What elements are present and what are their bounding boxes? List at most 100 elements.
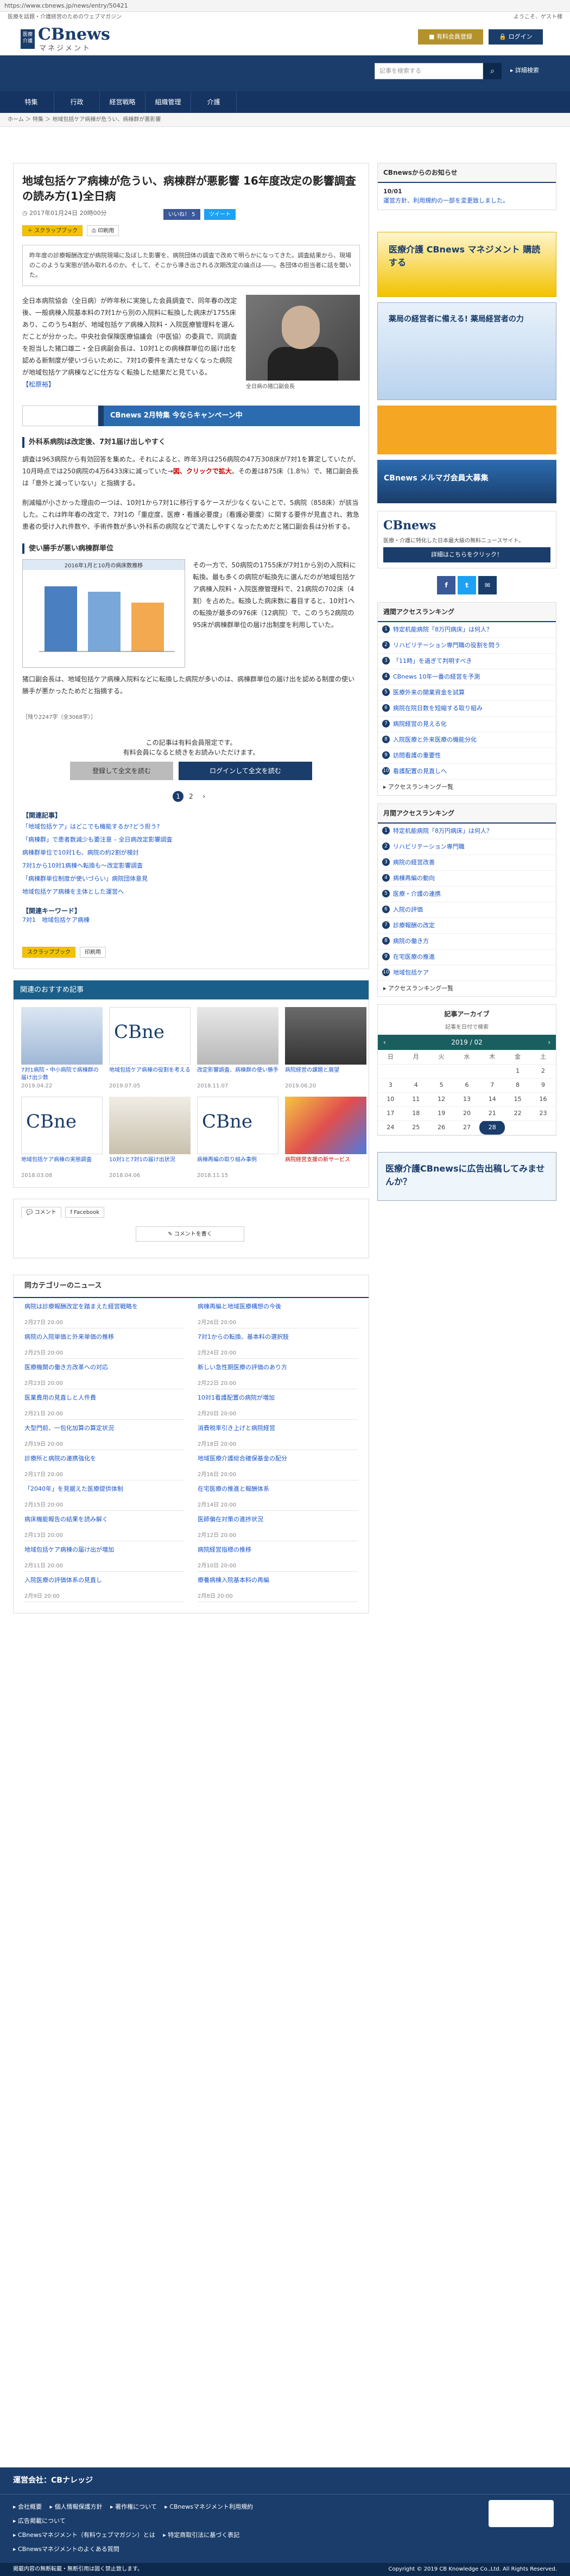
- news-item[interactable]: 地域医療介護総合確保基金の配分 2月16日 20:00: [198, 1450, 358, 1480]
- calendar-day[interactable]: 17: [378, 1106, 403, 1121]
- ranking-item[interactable]: 2 リハビリテーション専門職: [378, 839, 556, 855]
- calendar-day[interactable]: 9: [530, 1078, 556, 1093]
- scrapbook-button[interactable]: ＋ スクラップブック: [22, 225, 83, 236]
- campaign-banner[interactable]: CBnews 2月特集 今ならキャンペーン中: [22, 406, 360, 426]
- notice-item[interactable]: 10/01 運営方針、利用規約の一部を変更致しました。: [378, 183, 556, 210]
- calendar-day[interactable]: 18: [403, 1106, 429, 1121]
- news-item[interactable]: 医業費用の見直しと人件費 2月21日 20:00: [24, 1389, 185, 1420]
- ranking-item[interactable]: 7 病院経営の見える化: [378, 717, 556, 732]
- calendar-day[interactable]: 13: [454, 1092, 480, 1107]
- facebook-icon[interactable]: f: [437, 576, 456, 594]
- ranking-item[interactable]: 4 CBnews 10年一番の経営を予測: [378, 669, 556, 685]
- ranking-item[interactable]: 8 病院の働き方: [378, 934, 556, 950]
- login-read-button[interactable]: ログインして全文を読む: [179, 762, 312, 780]
- nav-item[interactable]: 介護: [191, 91, 237, 113]
- news-item[interactable]: 病床機能報告の結果を読み解く 2月13日 20:00: [24, 1511, 185, 1541]
- news-item[interactable]: 地域包括ケア病棟の届け出が増加 2月11日 20:00: [24, 1541, 185, 1572]
- ranking-more-link[interactable]: ▸ アクセスランキング一覧: [378, 981, 556, 997]
- ranking-item[interactable]: 4 病棟再編の動向: [378, 871, 556, 887]
- page-link[interactable]: 1: [173, 791, 184, 802]
- calendar-day[interactable]: 14: [479, 1092, 505, 1107]
- footer-link[interactable]: ▸ 会社概要: [13, 2503, 48, 2510]
- calendar-day[interactable]: 4: [403, 1078, 429, 1093]
- calendar-day[interactable]: 27: [454, 1121, 480, 1135]
- calendar-day[interactable]: 26: [428, 1121, 454, 1135]
- ranking-item[interactable]: 8 入院医療と外来医療の機能分化: [378, 732, 556, 748]
- banner-ad[interactable]: [377, 406, 556, 454]
- calendar-day-selected[interactable]: 28: [479, 1121, 505, 1135]
- news-item[interactable]: 病棟再編と地域医療構想の今後 2月26日 20:00: [198, 1298, 358, 1328]
- nav-item[interactable]: 組織管理: [145, 91, 191, 113]
- print-button[interactable]: ⎙ 印刷用: [87, 225, 119, 236]
- calendar-day[interactable]: 19: [428, 1106, 454, 1121]
- author-link[interactable]: 【松原裕】: [22, 381, 55, 388]
- figure-chart[interactable]: 2016年1月と10月の病床数推移: [22, 559, 185, 668]
- footer-link[interactable]: ▸ CBnewsマネジメント（有料ウェブマガジン）とは: [13, 2531, 161, 2539]
- ranking-item[interactable]: 3 病院の経営改善: [378, 855, 556, 871]
- search-icon[interactable]: ⌕: [483, 63, 502, 79]
- calendar-day[interactable]: 21: [479, 1106, 505, 1121]
- print-button[interactable]: 印刷用: [79, 946, 106, 958]
- mail-icon[interactable]: ✉: [478, 576, 497, 594]
- calendar-day[interactable]: 5: [428, 1078, 454, 1093]
- news-item[interactable]: 在宅医療の推進と報酬体系 2月14日 20:00: [198, 1480, 358, 1511]
- ranking-item[interactable]: 5 医療外来の開業資金を試算: [378, 685, 556, 701]
- register-read-button[interactable]: 登録して全文を読む: [70, 762, 173, 780]
- nav-item[interactable]: 特集: [9, 91, 54, 113]
- footer-link[interactable]: ▸ 著作権について: [110, 2503, 163, 2510]
- calendar-day[interactable]: 16: [530, 1092, 556, 1107]
- news-item[interactable]: 7対1からの転換、基本料の選択肢 2月24日 20:00: [198, 1328, 358, 1359]
- rec-item[interactable]: 7対1病院・中小病院で病棟群の届け出少数 2019.04.22: [21, 1007, 103, 1090]
- detail-button[interactable]: 詳細はこちらをクリック！: [383, 547, 550, 562]
- rec-item[interactable]: CBne 病棟再編の取り組み事例 2018.11.15: [197, 1097, 278, 1180]
- like-button[interactable]: いいね！ 5: [163, 209, 200, 220]
- write-comment-button[interactable]: ✎ コメントを書く: [136, 1226, 244, 1242]
- news-item[interactable]: 医師偏在対策の進捗状況 2月12日 20:00: [198, 1511, 358, 1541]
- related-link[interactable]: 「地域包括ケア」はどこでも機能するか?どう担う?: [22, 820, 360, 833]
- related-link[interactable]: 地域包括ケア病棟を主体とした運営へ: [22, 885, 360, 898]
- ranking-item[interactable]: 10 看護配置の見直しへ: [378, 764, 556, 780]
- related-link[interactable]: 「病棟群単位制度が使いづらい」病院団体意見: [22, 872, 360, 885]
- calendar-day[interactable]: 12: [428, 1092, 454, 1107]
- rec-item[interactable]: CBne 地域包括ケア病棟の実態調査 2018.03.08: [21, 1097, 103, 1180]
- news-item[interactable]: 医療機関の働き方改革への対応 2月23日 20:00: [24, 1359, 185, 1389]
- tab-facebook[interactable]: f Facebook: [65, 1207, 105, 1218]
- trial-button[interactable]: ■ 有料会員登録: [418, 29, 483, 45]
- related-link[interactable]: 病棟群単位で10対1も、病院の約2割が検討: [22, 846, 360, 859]
- news-item[interactable]: 病院は診療報酬改定を踏まえた経営戦略を 2月27日 20:00: [24, 1298, 185, 1328]
- ranking-item[interactable]: 1 特定机能病院「8万円病床」は何人？: [378, 622, 556, 638]
- footer-link[interactable]: ▸ CBnewsマネジメントのよくある質問: [13, 2546, 119, 2553]
- calendar-day[interactable]: 1: [505, 1064, 531, 1079]
- mailmag-ad[interactable]: CBnews メルマガ会員大募集: [377, 460, 556, 503]
- ranking-item[interactable]: 6 入院の評価: [378, 902, 556, 918]
- rec-item[interactable]: CBne 地域包括ケア病棟の役割を考える 2019.07.05: [109, 1007, 191, 1090]
- news-item[interactable]: 病院の入院単価と外来単価の推移 2月25日 20:00: [24, 1328, 185, 1359]
- subscribe-ad[interactable]: 医療介護 CBnews マネジメント 購読する: [377, 232, 556, 297]
- nav-item[interactable]: 行政: [54, 91, 100, 113]
- ranking-item[interactable]: 10 地域包括ケア: [378, 965, 556, 981]
- rec-item[interactable]: 病院経営支援の新サービス: [285, 1097, 366, 1180]
- footer-link[interactable]: ▸ 広告掲載について: [13, 2517, 72, 2524]
- calendar-day[interactable]: 3: [378, 1078, 403, 1093]
- calendar-day[interactable]: 8: [505, 1078, 531, 1093]
- figure-link[interactable]: 図、クリックで拡大: [173, 467, 232, 475]
- tab-comments[interactable]: 💬 コメント: [21, 1207, 61, 1218]
- ranking-item[interactable]: 7 診療報酬の改定: [378, 918, 556, 934]
- scrapbook-button[interactable]: スクラップブック: [22, 946, 75, 958]
- calendar-day[interactable]: 7: [479, 1078, 505, 1093]
- news-item[interactable]: 入院医療の評価体系の見直し 2月9日 20:00: [24, 1572, 185, 1602]
- calendar-day[interactable]: 25: [403, 1121, 429, 1135]
- calendar-day[interactable]: 6: [454, 1078, 480, 1093]
- calendar-day[interactable]: 2: [530, 1064, 556, 1079]
- prev-month-icon[interactable]: ‹: [383, 1035, 386, 1050]
- calendar-day[interactable]: 20: [454, 1106, 480, 1121]
- page-link[interactable]: 2: [186, 792, 197, 801]
- calendar-day[interactable]: 11: [403, 1092, 429, 1107]
- ranking-item[interactable]: 9 在宅医療の推進: [378, 950, 556, 965]
- tweet-button[interactable]: ツイート: [204, 209, 236, 220]
- seminar-ad[interactable]: 薬局の経営者に備える! 薬局経営者の力: [377, 302, 556, 400]
- footer-link[interactable]: ▸ 特定商取引法に基づく表記: [163, 2531, 245, 2539]
- calendar-day[interactable]: 15: [505, 1092, 531, 1107]
- calendar-day[interactable]: 23: [530, 1106, 556, 1121]
- calendar-day[interactable]: 10: [378, 1092, 403, 1107]
